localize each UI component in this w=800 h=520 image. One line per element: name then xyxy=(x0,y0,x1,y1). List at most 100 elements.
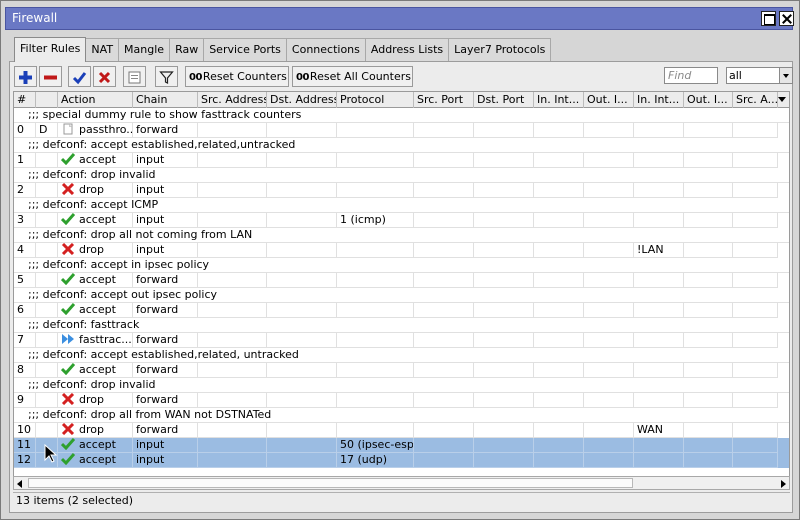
comment-button[interactable] xyxy=(123,66,146,87)
tab-mangle[interactable]: Mangle xyxy=(118,38,171,61)
tab-raw[interactable]: Raw xyxy=(169,38,205,61)
col-src-address-header[interactable]: Src. Address xyxy=(198,92,267,108)
table-row[interactable]: 12 accept input 17 (udp) xyxy=(14,453,789,468)
find-input[interactable]: Find xyxy=(664,67,718,84)
col-in-interface-list-cell xyxy=(634,303,684,318)
col-src-port-header[interactable]: Src. Port xyxy=(414,92,474,108)
comment-row[interactable]: ;;; defconf: accept in ipsec policy xyxy=(14,258,789,273)
comment-row[interactable]: ;;; defconf: drop all from WAN not DSTNA… xyxy=(14,408,789,423)
table-row[interactable]: 5 accept forward xyxy=(14,273,789,288)
col-dst-port-cell xyxy=(474,393,534,408)
comment-row[interactable]: ;;; defconf: drop invalid xyxy=(14,168,789,183)
scrollbar-thumb[interactable] xyxy=(28,478,633,488)
col-src-address-cell xyxy=(198,423,267,438)
table-row[interactable]: 11 accept input 50 (ipsec-esp) xyxy=(14,438,789,453)
col-src-port-cell xyxy=(414,453,474,468)
comment-row[interactable]: ;;; defconf: accept ICMP xyxy=(14,198,789,213)
comment-row[interactable]: ;;; defconf: drop invalid xyxy=(14,378,789,393)
add-button[interactable] xyxy=(14,66,37,87)
col-src-address-list-header[interactable]: Src. A... xyxy=(733,92,778,108)
col-src-address-cell xyxy=(198,438,267,453)
col-protocol-header[interactable]: Protocol xyxy=(337,92,414,108)
tab-address-lists[interactable]: Address Lists xyxy=(364,38,450,61)
columns-menu-icon[interactable] xyxy=(778,97,786,102)
horizontal-scrollbar[interactable] xyxy=(13,476,790,490)
col-dst-port-cell xyxy=(474,183,534,198)
col-in-interface-cell xyxy=(534,243,584,258)
action-label: accept xyxy=(79,213,116,226)
table-row[interactable]: 2 drop input xyxy=(14,183,789,198)
col-src-address-list-cell xyxy=(733,363,778,378)
action-label: accept xyxy=(79,453,116,466)
scroll-left-icon[interactable] xyxy=(17,480,22,488)
col-num-cell: 2 xyxy=(14,183,36,198)
col-src-port-cell xyxy=(414,153,474,168)
maximize-icon[interactable] xyxy=(761,11,776,26)
col-action-cell: drop xyxy=(58,393,133,408)
table-row[interactable]: 6 accept forward xyxy=(14,303,789,318)
comment-row[interactable]: ;;; defconf: accept established,related,… xyxy=(14,138,789,153)
comment-row[interactable]: ;;; defconf: accept out ipsec policy xyxy=(14,288,789,303)
table-row[interactable]: 4 drop input !LAN xyxy=(14,243,789,258)
close-icon[interactable] xyxy=(779,11,794,26)
col-out-interface-list-cell xyxy=(684,333,733,348)
tab-service-ports[interactable]: Service Ports xyxy=(203,38,287,61)
disable-button[interactable] xyxy=(93,66,116,87)
passthrough-icon xyxy=(63,123,73,135)
col-in-interface-header[interactable]: In. Int... xyxy=(534,92,584,108)
tab-layer7-protocols[interactable]: Layer7 Protocols xyxy=(448,38,552,61)
reset-all-counters-button[interactable]: 00Reset All Counters xyxy=(292,66,413,87)
titlebar[interactable]: Firewall xyxy=(5,7,794,30)
comment-text: ;;; defconf: accept out ipsec policy xyxy=(28,288,218,301)
action-label: passthro... xyxy=(79,123,133,136)
col-flag-cell xyxy=(36,243,58,258)
col-in-interface-list-cell xyxy=(634,183,684,198)
tab-filter-rules[interactable]: Filter Rules xyxy=(14,37,87,62)
col-protocol-cell xyxy=(337,183,414,198)
col-action-cell: accept xyxy=(58,153,133,168)
filter-select[interactable]: all xyxy=(726,67,793,84)
table-row[interactable]: 1 accept input xyxy=(14,153,789,168)
table-row[interactable]: 7 fasttrac... forward xyxy=(14,333,789,348)
col-dst-port-cell xyxy=(474,423,534,438)
tab-nat[interactable]: NAT xyxy=(85,38,120,61)
comment-row[interactable]: ;;; special dummy rule to show fasttrack… xyxy=(14,108,789,123)
col-dst-address-cell xyxy=(267,423,337,438)
col-in-interface-cell xyxy=(534,123,584,138)
col-src-port-cell xyxy=(414,243,474,258)
col-num-cell: 1 xyxy=(14,153,36,168)
col-chain-header[interactable]: Chain xyxy=(133,92,198,108)
col-src-address-list-cell xyxy=(733,243,778,258)
col-action-header[interactable]: Action xyxy=(58,92,133,108)
col-protocol-cell xyxy=(337,423,414,438)
reset-counters-button[interactable]: 00Reset Counters xyxy=(185,66,289,87)
filter-rules-panel: 00Reset Counters 00Reset All Counters Fi… xyxy=(9,61,793,513)
accept-icon xyxy=(61,153,75,165)
filter-button[interactable] xyxy=(155,66,178,87)
col-num-header[interactable]: # xyxy=(14,92,36,108)
col-flag-header[interactable] xyxy=(36,92,58,108)
scroll-right-icon[interactable] xyxy=(781,480,786,488)
comment-row[interactable]: ;;; defconf: accept established,related,… xyxy=(14,348,789,363)
col-in-interface-list-header[interactable]: In. Int... xyxy=(634,92,684,108)
table-row[interactable]: 8 accept forward xyxy=(14,363,789,378)
chevron-down-icon[interactable] xyxy=(779,68,792,83)
comment-row[interactable]: ;;; defconf: drop all not coming from LA… xyxy=(14,228,789,243)
col-out-interface-list-cell xyxy=(684,363,733,378)
table-row[interactable]: 9 drop forward xyxy=(14,393,789,408)
col-in-interface-list-cell xyxy=(634,153,684,168)
col-flag-cell xyxy=(36,393,58,408)
enable-button[interactable] xyxy=(68,66,91,87)
table-row[interactable]: 3 accept input 1 (icmp) xyxy=(14,213,789,228)
col-dst-port-header[interactable]: Dst. Port xyxy=(474,92,534,108)
col-out-interface-header[interactable]: Out. I... xyxy=(584,92,634,108)
col-dst-address-cell xyxy=(267,363,337,378)
table-row[interactable]: 10 drop forward WAN xyxy=(14,423,789,438)
tab-connections[interactable]: Connections xyxy=(285,38,366,61)
remove-button[interactable] xyxy=(39,66,62,87)
comment-row[interactable]: ;;; defconf: fasttrack xyxy=(14,318,789,333)
col-out-interface-list-header[interactable]: Out. I... xyxy=(684,92,733,108)
col-chain-cell: input xyxy=(133,243,198,258)
table-row[interactable]: 0 Dpassthro... forward xyxy=(14,123,789,138)
col-dst-address-header[interactable]: Dst. Address xyxy=(267,92,337,108)
